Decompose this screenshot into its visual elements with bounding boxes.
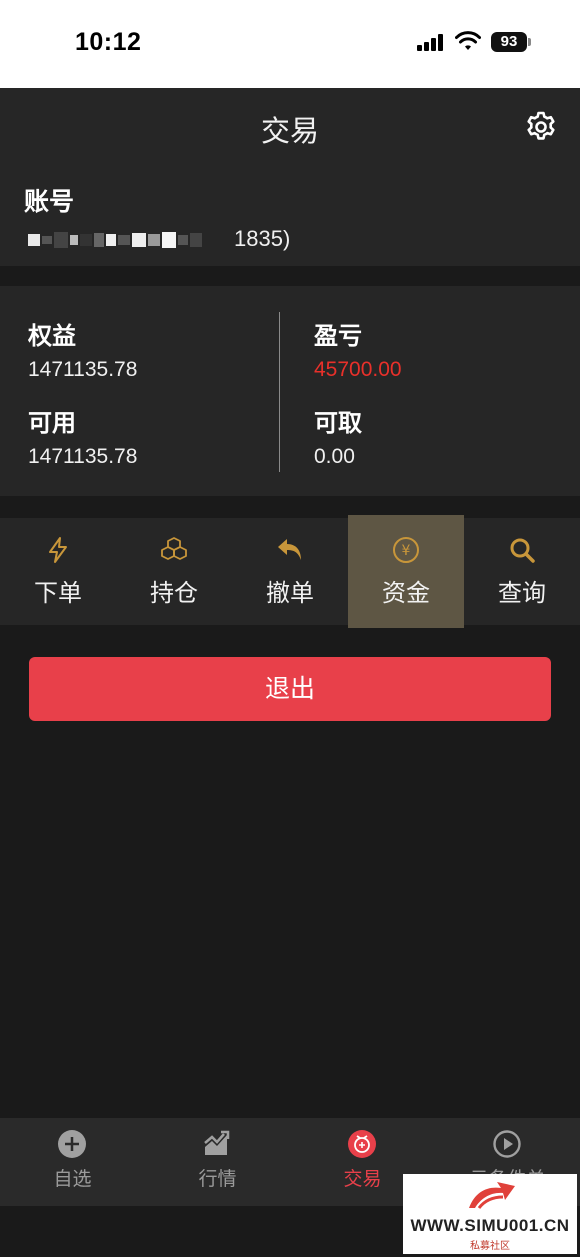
withdrawable-label: 可取 <box>314 410 362 437</box>
available-value: 1471135.78 <box>28 445 138 468</box>
account-number-suffix: 1835) <box>234 226 291 251</box>
divider <box>279 312 280 472</box>
battery-tip <box>528 38 531 46</box>
status-time: 10:12 <box>75 28 142 56</box>
watermark-subtext: 私募社区 <box>470 1241 510 1252</box>
lightning-icon <box>49 537 67 563</box>
action-bar: 下单 持仓 撤单 ¥ 资金 查询 <box>0 515 580 628</box>
action-label: 下单 <box>34 580 82 607</box>
account-section: 账号 1835) <box>0 168 580 266</box>
page-title: 交易 <box>260 116 319 148</box>
undo-icon <box>278 539 301 560</box>
equity-value: 1471135.78 <box>28 358 138 381</box>
tab-label: 行情 <box>198 1169 237 1190</box>
action-query[interactable]: 查询 <box>464 518 580 625</box>
action-label: 撤单 <box>266 580 314 607</box>
plus-circle-icon <box>58 1130 86 1158</box>
pnl-value: 45700.00 <box>314 358 402 381</box>
watermark-text: WWW.SIMU001.CN <box>410 1216 570 1235</box>
action-positions[interactable]: 持仓 <box>116 518 232 625</box>
tab-market[interactable]: 行情 <box>145 1118 290 1206</box>
action-cancel-order[interactable]: 撤单 <box>232 518 348 625</box>
action-place-order[interactable]: 下单 <box>0 518 116 625</box>
watermark: WWW.SIMU001.CN 私募社区 <box>403 1174 577 1254</box>
cubes-icon <box>161 537 187 560</box>
funds-panel: 权益 1471135.78 可用 1471135.78 盈亏 45700.00 … <box>0 286 580 496</box>
gear-icon[interactable] <box>524 110 558 144</box>
search-icon <box>510 538 535 563</box>
watermark-logo <box>469 1182 515 1209</box>
action-funds[interactable]: ¥ 资金 <box>348 515 464 628</box>
svg-text:¥: ¥ <box>402 543 411 559</box>
wifi-icon <box>455 31 481 50</box>
logout-button[interactable]: 退出 <box>29 657 551 721</box>
chart-icon <box>204 1130 230 1155</box>
action-label: 持仓 <box>150 580 198 607</box>
play-circle-icon <box>493 1130 521 1158</box>
action-label: 查询 <box>498 580 546 607</box>
trade-icon <box>348 1130 376 1158</box>
signal-icon <box>417 33 447 51</box>
nav-bar: 交易 <box>0 88 580 168</box>
account-number-masked <box>28 226 204 258</box>
tab-watchlist[interactable]: 自选 <box>0 1118 145 1206</box>
equity-label: 权益 <box>28 323 76 350</box>
battery-icon: 93 <box>491 32 527 52</box>
available-label: 可用 <box>28 410 76 437</box>
tab-label: 自选 <box>53 1169 92 1190</box>
action-label: 资金 <box>382 580 430 607</box>
yen-icon: ¥ <box>393 537 419 563</box>
pnl-label: 盈亏 <box>314 323 362 350</box>
status-bar: 10:12 93 <box>0 0 580 88</box>
account-label: 账号 <box>24 188 75 216</box>
withdrawable-value: 0.00 <box>314 445 355 468</box>
